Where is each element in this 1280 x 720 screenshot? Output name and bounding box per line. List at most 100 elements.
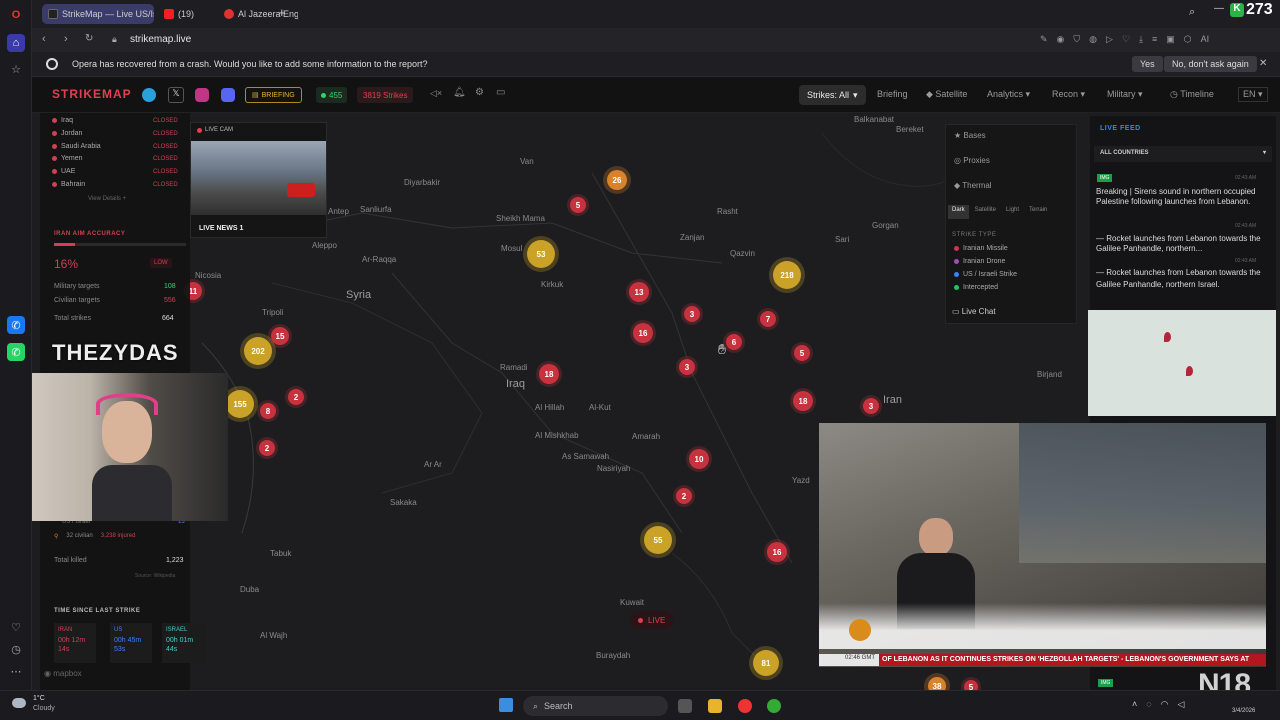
style-light[interactable]: Light [1002, 205, 1023, 219]
strike-cluster-marker[interactable]: 26 [607, 170, 627, 190]
style-terrain[interactable]: Terrain [1025, 205, 1051, 219]
yes-button[interactable]: Yes [1132, 56, 1163, 72]
opera-taskbar-icon[interactable] [738, 699, 752, 713]
more-icon[interactable]: ⋯ [7, 662, 25, 680]
strike-cluster-marker[interactable]: 10 [689, 449, 709, 469]
task-view-icon[interactable] [678, 699, 692, 713]
camera-icon[interactable]: ◉ [1057, 34, 1065, 46]
feed-map-thumbnail[interactable] [1088, 310, 1276, 416]
nav-briefing[interactable]: Briefing [877, 89, 908, 99]
opera-logo-icon[interactable]: O [7, 6, 25, 24]
strike-cluster-marker[interactable]: 6 [726, 334, 742, 350]
strike-cluster-marker[interactable]: 81 [753, 650, 779, 676]
extensions-icon[interactable]: ⬡ [1184, 34, 1192, 46]
messenger-icon[interactable]: ✆ [7, 316, 25, 334]
whatsapp-icon[interactable]: ✆ [7, 343, 25, 361]
tab-aljazeera[interactable]: Al Jazeera Eng [218, 4, 298, 24]
url-field[interactable]: strikemap.live [130, 34, 191, 45]
view-details-link[interactable]: View Details + [88, 196, 126, 202]
strike-cluster-marker[interactable]: 13 [629, 282, 649, 302]
volume-icon[interactable]: ◁ [1177, 699, 1184, 710]
star-icon[interactable]: ☆ [7, 60, 25, 78]
nav-timeline[interactable]: ◷ Timeline [1170, 89, 1214, 100]
home-icon[interactable]: ⌂ [7, 34, 25, 52]
strike-cluster-marker[interactable]: 18 [793, 391, 813, 411]
strike-cluster-marker[interactable]: 5 [964, 680, 978, 690]
telegram-icon[interactable] [142, 88, 156, 102]
app-taskbar-icon[interactable] [767, 699, 781, 713]
instagram-icon[interactable] [195, 88, 209, 102]
strike-cluster-marker[interactable]: 2 [259, 440, 275, 456]
strike-cluster-marker[interactable]: 155 [226, 390, 254, 418]
tab-strikemap[interactable]: StrikeMap — Live US/Israe [42, 4, 154, 24]
strike-cluster-marker[interactable]: 53 [527, 240, 555, 268]
strike-cluster-marker[interactable]: 15 [271, 327, 289, 345]
strike-cluster-marker[interactable]: 8 [260, 403, 276, 419]
heart-outline-icon[interactable]: ♡ [1122, 34, 1130, 46]
discord-icon[interactable] [221, 88, 235, 102]
strike-cluster-marker[interactable]: 38 [928, 677, 946, 690]
play-icon[interactable]: ▷ [1106, 34, 1113, 46]
network-icon[interactable]: ◌ [1146, 699, 1151, 710]
forward-icon[interactable]: › [64, 33, 68, 45]
layer-thermal[interactable]: ◆ Thermal [954, 181, 992, 190]
bell-icon[interactable]: 🔔︎ [453, 87, 466, 98]
live-chat-button[interactable]: ▭ Live Chat [952, 307, 996, 316]
wallet-icon[interactable]: ▣ [1166, 34, 1175, 46]
feed-item-text[interactable]: Breaking | Sirens sound in northern occu… [1096, 187, 1270, 207]
download-icon[interactable]: ⤓ [1139, 34, 1143, 46]
x-icon[interactable]: 𝕏 [168, 87, 184, 103]
feed-item-text[interactable]: — Rocket launches from Lebanon towards t… [1096, 267, 1270, 291]
nav-satellite[interactable]: ◆ Satellite [926, 89, 967, 100]
dont-ask-button[interactable]: No, don't ask again [1164, 56, 1257, 72]
strike-cluster-marker[interactable]: 3 [863, 398, 879, 414]
new-tab-icon[interactable]: + [278, 5, 286, 20]
ai-icon[interactable]: AI [1201, 34, 1210, 46]
tab-youtube[interactable]: (19) [158, 4, 216, 24]
strike-cluster-marker[interactable]: 55 [644, 526, 672, 554]
wifi-icon[interactable]: ◠ [1161, 699, 1169, 710]
taskbar-search[interactable]: ⌕ Search [523, 696, 668, 716]
strike-cluster-marker[interactable]: 2 [676, 488, 692, 504]
style-dark[interactable]: Dark [948, 205, 969, 219]
strike-cluster-marker[interactable]: 16 [633, 323, 653, 343]
strike-cluster-marker[interactable]: 3 [679, 359, 695, 375]
strike-cluster-marker[interactable]: 3 [684, 306, 700, 322]
site-logo[interactable]: STRIKEMAP [52, 87, 132, 101]
strike-cluster-marker[interactable]: 5 [794, 345, 810, 361]
history-icon[interactable]: ◷ [7, 640, 25, 658]
edit-icon[interactable]: ✎ [1040, 34, 1048, 46]
strike-cluster-marker[interactable]: 2 [288, 389, 304, 405]
live-cam-widget[interactable]: LIVE CAM LIVE NEWS 1 [190, 122, 327, 238]
style-satellite[interactable]: Satellite [971, 205, 1000, 219]
chat-icon[interactable]: ▭ [496, 87, 505, 98]
strikes-filter-dropdown[interactable]: Strikes: All ▾ [799, 85, 866, 105]
mute-icon[interactable]: ◁× [430, 88, 442, 99]
strike-cluster-marker[interactable]: 18 [539, 364, 559, 384]
file-explorer-icon[interactable] [708, 699, 722, 713]
news-video-overlay[interactable]: 02:46 GMT OF LEBANON AS IT CONTINUES STR… [819, 423, 1266, 667]
reload-icon[interactable]: ↻ [85, 33, 93, 44]
windows-start-icon[interactable] [499, 698, 513, 712]
briefing-button[interactable]: ▤ BRIEFING [245, 87, 302, 103]
language-select[interactable]: EN ▾ [1238, 87, 1268, 102]
back-icon[interactable]: ‹ [42, 33, 46, 45]
layer-proxies[interactable]: ◎ Proxies [954, 156, 990, 165]
strike-cluster-marker[interactable]: 5 [570, 197, 586, 213]
chevron-up-icon[interactable]: ˄ [1132, 699, 1137, 710]
nav-analytics[interactable]: Analytics ▾ [987, 89, 1030, 100]
menu-icon[interactable]: ≡ [1152, 34, 1157, 46]
heart-icon[interactable]: ♡ [7, 618, 25, 636]
search-tabs-icon[interactable]: ⌕ [1189, 6, 1195, 19]
strike-cluster-marker[interactable]: 7 [760, 311, 776, 327]
strike-cluster-marker[interactable]: 218 [773, 261, 801, 289]
feed-item-text[interactable]: — Rocket launches from Lebanon towards t… [1096, 234, 1270, 254]
nav-recon[interactable]: Recon ▾ [1052, 89, 1085, 100]
strike-cluster-marker[interactable]: 202 [244, 337, 272, 365]
settings-gear-icon[interactable]: ⚙ [475, 87, 484, 98]
nav-military[interactable]: Military ▾ [1107, 89, 1143, 100]
country-filter-select[interactable]: ALL COUNTRIES ▾ [1094, 146, 1272, 162]
strike-cluster-marker[interactable]: 16 [767, 542, 787, 562]
minimize-icon[interactable]: — [1214, 3, 1224, 14]
layer-bases[interactable]: ★ Bases [954, 131, 986, 140]
